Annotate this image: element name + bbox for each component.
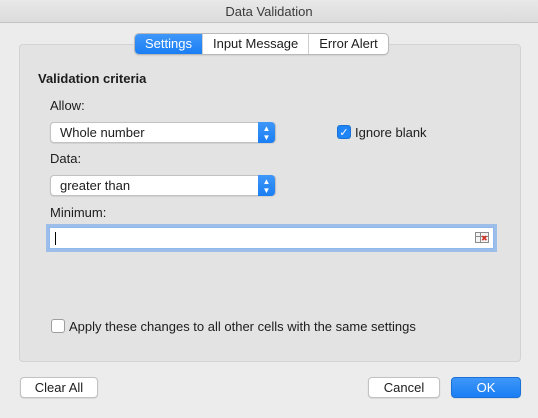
tab-input-message[interactable]: Input Message [201,34,308,54]
allow-value: Whole number [60,125,145,140]
apply-all-label: Apply these changes to all other cells w… [69,319,416,334]
allow-popup[interactable]: Whole number ▲ ▼ [50,122,276,143]
tab-error-alert[interactable]: Error Alert [308,34,388,54]
range-selector-icon[interactable]: ✖ [475,232,489,243]
allow-label: Allow: [50,98,85,113]
data-label: Data: [50,151,82,166]
settings-panel [19,44,521,362]
apply-all-checkbox[interactable] [51,319,65,333]
validation-criteria-heading: Validation criteria [38,71,147,86]
data-validation-dialog: Data Validation Settings Input Message E… [0,0,538,418]
ignore-blank-checkbox[interactable]: ✓ [337,125,351,139]
clear-all-button[interactable]: Clear All [20,377,98,398]
data-value: greater than [60,178,131,193]
ignore-blank-label: Ignore blank [355,125,427,140]
checkmark-icon: ✓ [339,127,349,139]
cancel-button[interactable]: Cancel [368,377,440,398]
up-down-chevron-icon: ▲ ▼ [258,175,275,196]
tab-bar: Settings Input Message Error Alert [134,33,389,55]
up-down-chevron-icon: ▲ ▼ [258,122,275,143]
ok-button[interactable]: OK [451,377,521,398]
minimum-label: Minimum: [50,205,107,220]
data-popup[interactable]: greater than ▲ ▼ [50,175,276,196]
tab-settings[interactable]: Settings [135,34,202,54]
window-title: Data Validation [0,0,538,23]
minimum-input[interactable]: ✖ [49,227,494,249]
text-caret [55,232,56,245]
